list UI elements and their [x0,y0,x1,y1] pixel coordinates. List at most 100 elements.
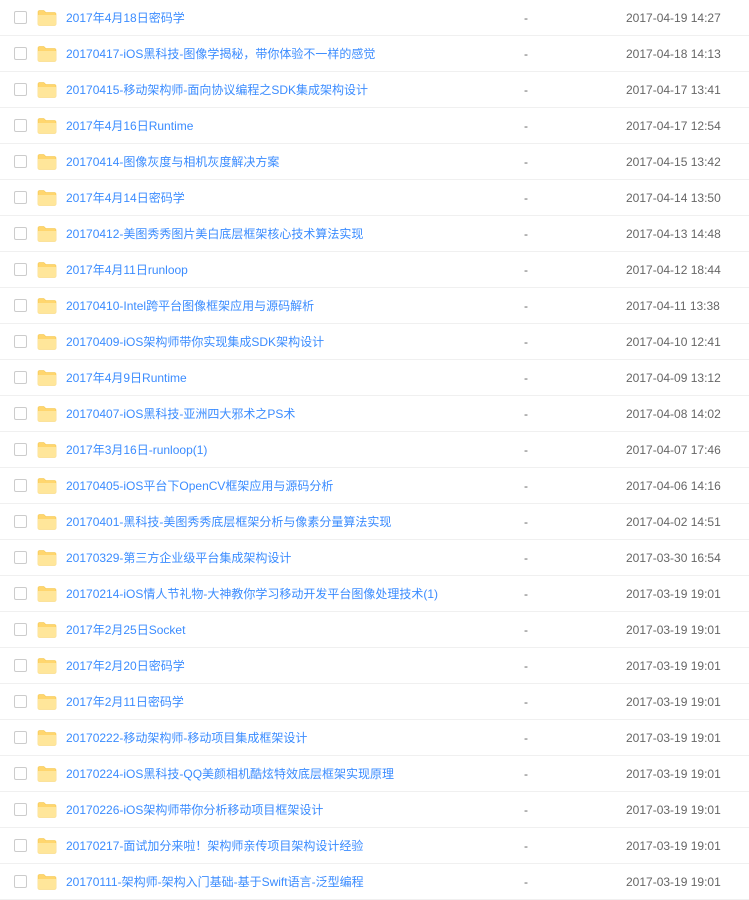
file-name[interactable]: 20170329-第三方企业级平台集成架构设计 [62,549,516,566]
file-name[interactable]: 20170415-移动架构师-面向协议编程之SDK集成架构设计 [62,81,516,98]
file-size: - [516,659,626,673]
checkbox-cell [8,443,32,456]
file-date: 2017-04-18 14:13 [626,47,741,61]
file-name[interactable]: 2017年4月9日Runtime [62,369,516,386]
file-row[interactable]: 2017年4月9日Runtime-2017-04-09 13:12 [0,360,749,396]
file-row[interactable]: 2017年4月16日Runtime-2017-04-17 12:54 [0,108,749,144]
folder-icon [37,730,57,746]
row-checkbox[interactable] [14,731,27,744]
file-row[interactable]: 2017年4月11日runloop-2017-04-12 18:44 [0,252,749,288]
row-checkbox[interactable] [14,659,27,672]
file-row[interactable]: 20170409-iOS架构师带你实现集成SDK架构设计-2017-04-10 … [0,324,749,360]
checkbox-cell [8,551,32,564]
row-checkbox[interactable] [14,803,27,816]
file-name[interactable]: 2017年2月11日密码学 [62,693,516,710]
folder-icon [37,46,57,62]
icon-cell [32,82,62,98]
file-row[interactable]: 2017年2月20日密码学-2017-03-19 19:01 [0,648,749,684]
file-name[interactable]: 2017年2月25日Socket [62,621,516,638]
file-date: 2017-03-19 19:01 [626,839,741,853]
file-row[interactable]: 20170226-iOS架构师带你分析移动项目框架设计-2017-03-19 1… [0,792,749,828]
file-row[interactable]: 2017年2月11日密码学-2017-03-19 19:01 [0,684,749,720]
row-checkbox[interactable] [14,83,27,96]
row-checkbox[interactable] [14,875,27,888]
row-checkbox[interactable] [14,767,27,780]
file-name[interactable]: 20170222-移动架构师-移动项目集成框架设计 [62,729,516,746]
file-name[interactable]: 20170409-iOS架构师带你实现集成SDK架构设计 [62,333,516,350]
row-checkbox[interactable] [14,299,27,312]
file-name[interactable]: 2017年4月16日Runtime [62,117,516,134]
file-row[interactable]: 20170415-移动架构师-面向协议编程之SDK集成架构设计-2017-04-… [0,72,749,108]
file-size: - [516,839,626,853]
file-size: - [516,371,626,385]
icon-cell [32,730,62,746]
row-checkbox[interactable] [14,119,27,132]
row-checkbox[interactable] [14,335,27,348]
file-row[interactable]: 20170217-面试加分来啦！架构师亲传项目架构设计经验-2017-03-19… [0,828,749,864]
row-checkbox[interactable] [14,515,27,528]
file-date: 2017-03-19 19:01 [626,587,741,601]
file-row[interactable]: 2017年3月16日-runloop(1)-2017-04-07 17:46 [0,432,749,468]
file-name[interactable]: 2017年4月18日密码学 [62,9,516,26]
file-size: - [516,263,626,277]
file-row[interactable]: 20170417-iOS黑科技-图像学揭秘，带你体验不一样的感觉-2017-04… [0,36,749,72]
row-checkbox[interactable] [14,227,27,240]
row-checkbox[interactable] [14,11,27,24]
checkbox-cell [8,623,32,636]
row-checkbox[interactable] [14,443,27,456]
row-checkbox[interactable] [14,263,27,276]
row-checkbox[interactable] [14,695,27,708]
file-size: - [516,83,626,97]
icon-cell [32,658,62,674]
row-checkbox[interactable] [14,623,27,636]
row-checkbox[interactable] [14,839,27,852]
file-name[interactable]: 20170417-iOS黑科技-图像学揭秘，带你体验不一样的感觉 [62,45,516,62]
file-name[interactable]: 20170217-面试加分来啦！架构师亲传项目架构设计经验 [62,837,516,854]
row-checkbox[interactable] [14,551,27,564]
file-name[interactable]: 20170407-iOS黑科技-亚洲四大邪术之PS术 [62,405,516,422]
file-row[interactable]: 20170224-iOS黑科技-QQ美颜相机酷炫特效底层框架实现原理-2017-… [0,756,749,792]
checkbox-cell [8,515,32,528]
folder-icon [37,10,57,26]
row-checkbox[interactable] [14,587,27,600]
row-checkbox[interactable] [14,155,27,168]
file-row[interactable]: 2017年2月25日Socket-2017-03-19 19:01 [0,612,749,648]
file-name[interactable]: 2017年3月16日-runloop(1) [62,441,516,458]
row-checkbox[interactable] [14,191,27,204]
file-name[interactable]: 20170214-iOS情人节礼物-大神教你学习移动开发平台图像处理技术(1) [62,585,516,602]
file-name[interactable]: 20170226-iOS架构师带你分析移动项目框架设计 [62,801,516,818]
file-row[interactable]: 2017年4月14日密码学-2017-04-14 13:50 [0,180,749,216]
file-row[interactable]: 20170412-美图秀秀图片美白底层框架核心技术算法实现-2017-04-13… [0,216,749,252]
file-row[interactable]: 20170405-iOS平台下OpenCV框架应用与源码分析-2017-04-0… [0,468,749,504]
file-row[interactable]: 20170410-Intel跨平台图像框架应用与源码解析-2017-04-11 … [0,288,749,324]
file-row[interactable]: 20170222-移动架构师-移动项目集成框架设计-2017-03-19 19:… [0,720,749,756]
file-row[interactable]: 20170407-iOS黑科技-亚洲四大邪术之PS术-2017-04-08 14… [0,396,749,432]
checkbox-cell [8,731,32,744]
row-checkbox[interactable] [14,479,27,492]
file-name[interactable]: 2017年4月11日runloop [62,261,516,278]
file-name[interactable]: 20170410-Intel跨平台图像框架应用与源码解析 [62,297,516,314]
file-name[interactable]: 20170111-架构师-架构入门基础-基于Swift语言-泛型编程 [62,873,516,890]
row-checkbox[interactable] [14,371,27,384]
file-name[interactable]: 2017年4月14日密码学 [62,189,516,206]
file-size: - [516,623,626,637]
file-name[interactable]: 20170414-图像灰度与相机灰度解决方案 [62,153,516,170]
checkbox-cell [8,83,32,96]
icon-cell [32,622,62,638]
file-date: 2017-04-07 17:46 [626,443,741,457]
file-row[interactable]: 20170414-图像灰度与相机灰度解决方案-2017-04-15 13:42 [0,144,749,180]
file-name[interactable]: 20170412-美图秀秀图片美白底层框架核心技术算法实现 [62,225,516,242]
file-name[interactable]: 20170224-iOS黑科技-QQ美颜相机酷炫特效底层框架实现原理 [62,765,516,782]
file-name[interactable]: 20170405-iOS平台下OpenCV框架应用与源码分析 [62,477,516,494]
file-size: - [516,155,626,169]
file-name[interactable]: 2017年2月20日密码学 [62,657,516,674]
folder-icon [37,406,57,422]
file-row[interactable]: 20170401-黑科技-美图秀秀底层框架分析与像素分量算法实现-2017-04… [0,504,749,540]
row-checkbox[interactable] [14,407,27,420]
file-row[interactable]: 2017年4月18日密码学-2017-04-19 14:27 [0,0,749,36]
file-row[interactable]: 20170214-iOS情人节礼物-大神教你学习移动开发平台图像处理技术(1)-… [0,576,749,612]
row-checkbox[interactable] [14,47,27,60]
file-row[interactable]: 20170329-第三方企业级平台集成架构设计-2017-03-30 16:54 [0,540,749,576]
file-size: - [516,731,626,745]
file-name[interactable]: 20170401-黑科技-美图秀秀底层框架分析与像素分量算法实现 [62,513,516,530]
